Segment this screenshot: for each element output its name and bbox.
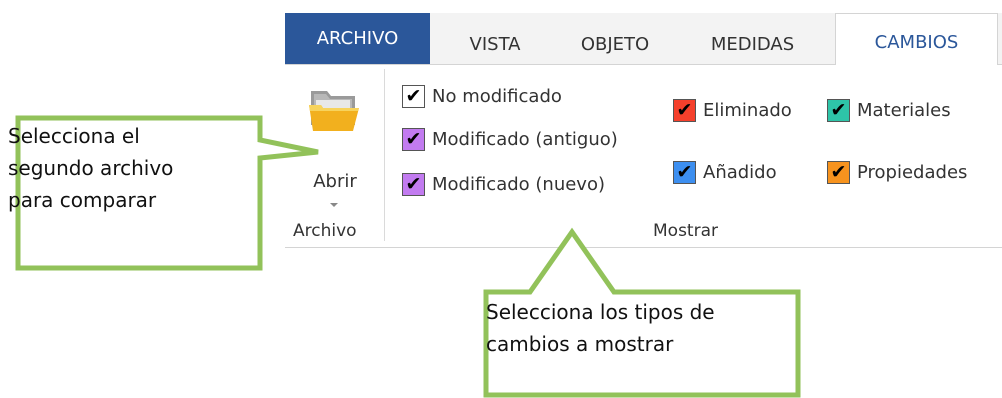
ribbon-screenshot: ARCHIVO VISTA OBJETO MEDIDAS CAMBIOS Abr…	[0, 0, 1002, 398]
checkmark-icon: ✔	[676, 161, 693, 183]
chevron-down-icon[interactable]	[330, 203, 338, 207]
checkbox-box[interactable]: ✔	[402, 173, 425, 196]
checkbox-box[interactable]: ✔	[827, 99, 850, 122]
checkmark-icon: ✔	[405, 85, 422, 107]
tab-cambios[interactable]: CAMBIOS	[835, 13, 998, 65]
checkbox-box[interactable]: ✔	[402, 85, 425, 108]
checkmark-icon: ✔	[830, 99, 847, 121]
checkbox-no-modificado[interactable]: ✔ No modificado	[402, 85, 562, 108]
group-label-mostrar: Mostrar	[653, 221, 718, 241]
checkbox-modificado-nuevo[interactable]: ✔ Modificado (nuevo)	[402, 173, 605, 196]
checkbox-box[interactable]: ✔	[402, 128, 425, 151]
checkbox-modificado-antiguo[interactable]: ✔ Modificado (antiguo)	[402, 128, 618, 151]
checkbox-label: Añadido	[703, 162, 777, 183]
checkbox-label: Modificado (nuevo)	[432, 174, 605, 195]
checkbox-label: No modificado	[432, 86, 562, 107]
callout-line: Selecciona los tipos de	[486, 300, 715, 324]
checkmark-icon: ✔	[405, 173, 422, 195]
tab-objeto[interactable]: OBJETO	[555, 19, 675, 70]
ribbon-panel: Abrir Archivo ✔ No modificado ✔ Modifica…	[285, 64, 1002, 248]
checkbox-box[interactable]: ✔	[827, 161, 850, 184]
open-file-button[interactable]: Abrir	[301, 81, 369, 211]
ribbon-tab-bar: ARCHIVO VISTA OBJETO MEDIDAS CAMBIOS	[285, 13, 1002, 65]
checkmark-icon: ✔	[676, 99, 693, 121]
folder-open-icon	[309, 91, 359, 131]
checkmark-icon: ✔	[830, 161, 847, 183]
callout-line: Selecciona el	[8, 124, 140, 148]
group-label-archivo: Archivo	[293, 221, 357, 241]
tab-medidas[interactable]: MEDIDAS	[675, 19, 830, 70]
checkbox-anadido[interactable]: ✔ Añadido	[673, 161, 777, 184]
callout-line: cambios a mostrar	[486, 332, 674, 356]
checkbox-box[interactable]: ✔	[673, 99, 696, 122]
checkbox-label: Modificado (antiguo)	[432, 129, 618, 150]
checkbox-label: Materiales	[857, 100, 951, 121]
checkmark-icon: ✔	[405, 128, 422, 150]
group-separator	[384, 69, 385, 241]
checkbox-box[interactable]: ✔	[673, 161, 696, 184]
checkbox-eliminado[interactable]: ✔ Eliminado	[673, 99, 792, 122]
tab-vista[interactable]: VISTA	[435, 19, 555, 70]
checkbox-label: Propiedades	[857, 162, 968, 183]
checkbox-label: Eliminado	[703, 100, 792, 121]
callout-mostrar-text: Selecciona los tipos de cambios a mostra…	[486, 296, 786, 360]
checkbox-materiales[interactable]: ✔ Materiales	[827, 99, 951, 122]
callout-archivo-text: Selecciona el segundo archivo para compa…	[8, 120, 258, 216]
callout-line: para comparar	[8, 188, 157, 212]
tab-archivo[interactable]: ARCHIVO	[285, 13, 430, 64]
open-button-label: Abrir	[313, 171, 357, 192]
checkbox-propiedades[interactable]: ✔ Propiedades	[827, 161, 967, 184]
callout-line: segundo archivo	[8, 156, 174, 180]
